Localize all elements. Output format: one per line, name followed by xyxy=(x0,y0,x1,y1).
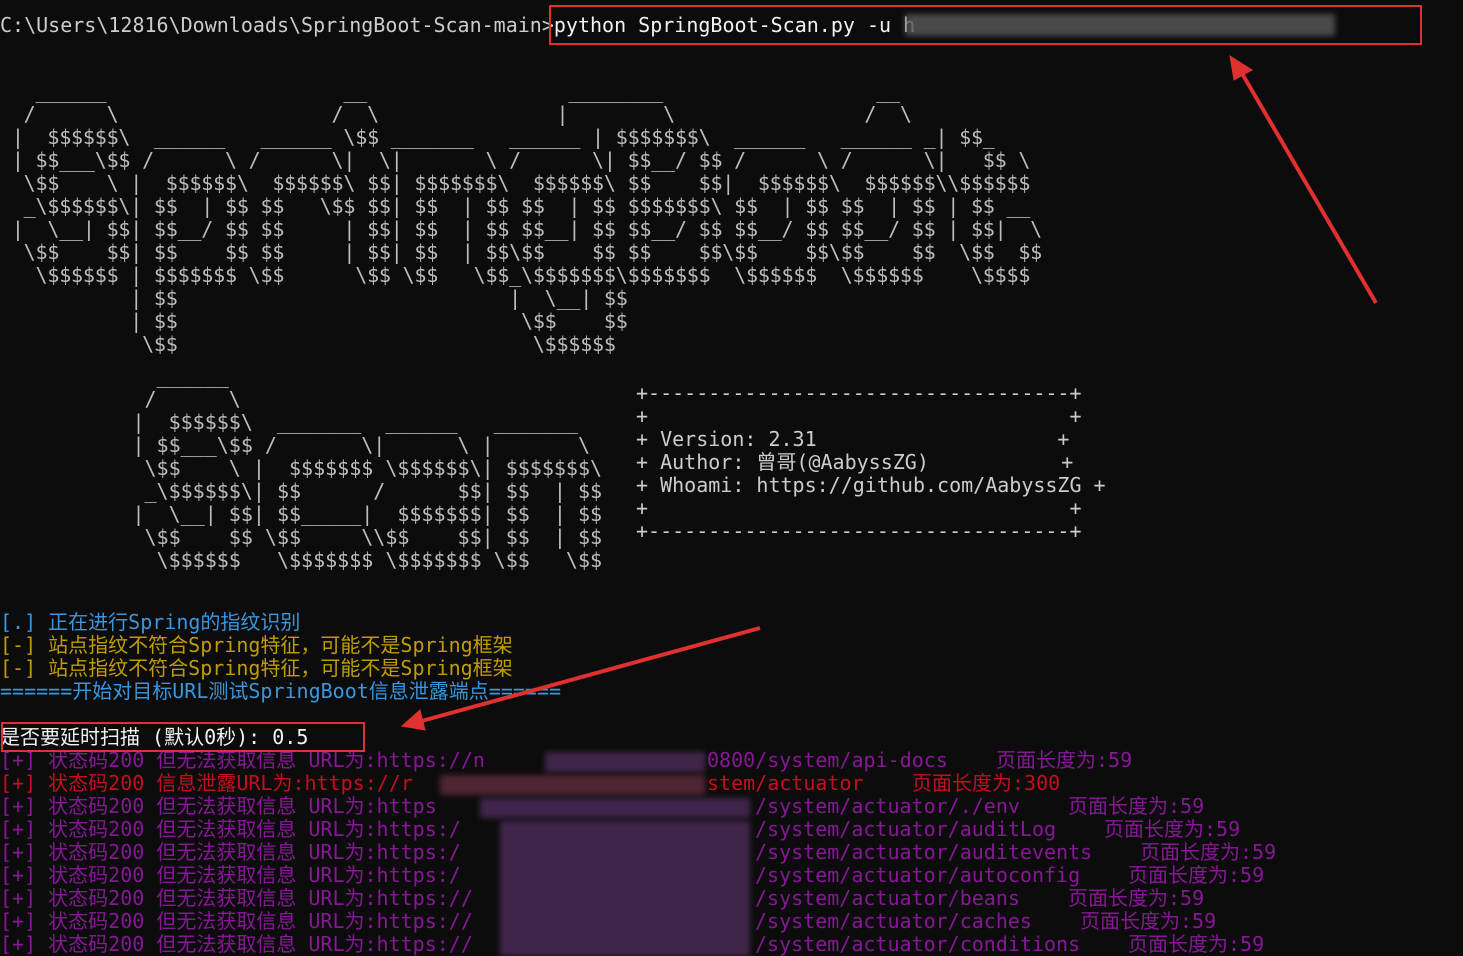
annotation-arrows xyxy=(400,54,1378,731)
arrow-to-delay-prompt xyxy=(400,626,761,731)
arrow-to-command xyxy=(1229,54,1378,305)
terminal-window[interactable]: C:\Users\12816\Downloads\SpringBoot-Scan… xyxy=(0,0,1463,956)
